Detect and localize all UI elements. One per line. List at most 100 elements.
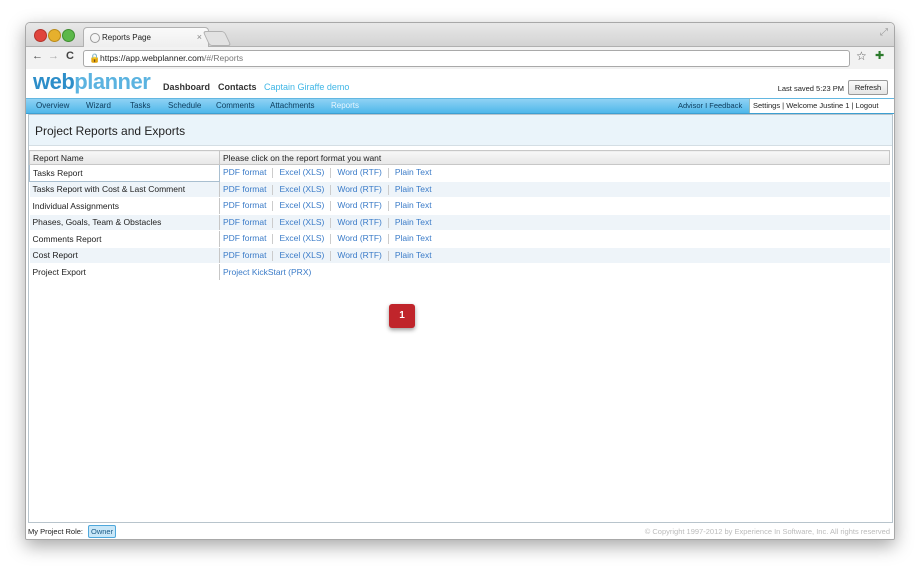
format-link[interactable]: Excel (XLS)	[279, 233, 324, 243]
title-band: Project Reports and Exports	[29, 115, 892, 146]
browser-tab[interactable]: Reports Page ×	[83, 27, 209, 47]
forward-icon[interactable]: →	[48, 50, 59, 62]
fullscreen-icon[interactable]: ⤢	[880, 27, 888, 38]
format-links-cell: PDF format Excel (XLS) Word (RTF) Plain Tex…	[219, 247, 890, 264]
menu-wizard[interactable]: Wizard	[86, 101, 111, 110]
format-link[interactable]: PDF format	[223, 250, 266, 260]
contacts-link[interactable]: Contacts	[218, 82, 257, 92]
page-content: webplanner Dashboard Contacts Captain Gi…	[26, 69, 894, 539]
report-name-cell: Phases, Goals, Team & Obstacles	[29, 214, 220, 231]
link-separator	[330, 201, 332, 212]
format-links-cell: PDF format Excel (XLS) Word (RTF) Plain Tex…	[219, 181, 890, 198]
last-saved-status: Last saved 5:23 PM	[777, 84, 844, 93]
menu-schedule[interactable]: Schedule	[168, 101, 201, 110]
back-icon[interactable]: ←	[32, 50, 43, 62]
format-link[interactable]: PDF format	[223, 233, 266, 243]
format-link[interactable]: Plain Text	[395, 200, 432, 210]
format-links-cell: PDF format Excel (XLS) Word (RTF) Plain Tex…	[219, 230, 890, 248]
format-link[interactable]: Plain Text	[395, 217, 432, 227]
format-link[interactable]: PDF format	[223, 200, 266, 210]
menu-attachments[interactable]: Attachments	[270, 101, 314, 110]
brand-row: webplanner Dashboard Contacts Captain Gi…	[26, 69, 894, 97]
url-text: https://app.webplanner.com/#/Reports	[100, 53, 244, 63]
format-link[interactable]: Excel (XLS)	[279, 184, 324, 194]
dashboard-link[interactable]: Dashboard	[163, 82, 210, 92]
link-separator	[387, 184, 389, 195]
project-name-link[interactable]: Captain Giraffe demo	[264, 82, 349, 92]
report-name-cell: Project Export	[29, 263, 220, 281]
annotation-badge: 1	[389, 304, 415, 328]
lock-icon: 🔒	[89, 53, 101, 63]
menu-tasks[interactable]: Tasks	[130, 101, 150, 110]
menu-comments[interactable]: Comments	[216, 101, 255, 110]
report-name-cell: Tasks Report with Cost & Last Comment	[29, 181, 220, 198]
table-row: Cost Report PDF format Excel (XLS) Word (RT…	[29, 247, 890, 264]
format-link[interactable]: PDF format	[223, 184, 266, 194]
column-header-format: Please click on the report format you wa…	[219, 150, 890, 165]
link-separator	[330, 234, 332, 245]
page-title: Project Reports and Exports	[35, 124, 186, 138]
main-menu-bar: Overview Wizard Tasks Schedule Comments …	[26, 98, 894, 114]
format-link[interactable]: Word (RTF)	[337, 217, 382, 227]
format-link[interactable]: Word (RTF)	[337, 200, 382, 210]
link-separator	[272, 234, 274, 245]
footer: My Project Role: Owner © Copyright 1997-…	[26, 525, 894, 539]
tab-close-icon[interactable]: ×	[197, 32, 202, 42]
table-row: Comments Report PDF format Excel (XLS) Word…	[29, 230, 890, 248]
table-row: Tasks Report PDF format Excel (XLS) Word (R…	[29, 164, 890, 182]
report-name-cell: Comments Report	[29, 230, 220, 248]
link-separator	[387, 217, 389, 228]
format-link[interactable]: Word (RTF)	[337, 167, 382, 177]
format-link[interactable]: PDF format	[223, 167, 266, 177]
format-links-cell: PDF format Excel (XLS) Word (RTF) Plain Tex…	[219, 197, 890, 215]
format-link[interactable]: Excel (XLS)	[279, 200, 324, 210]
copyright: © Copyright 1997-2012 by Experience In S…	[644, 527, 890, 536]
link-separator	[272, 250, 274, 261]
menu-reports[interactable]: Reports	[331, 101, 359, 110]
link-separator	[272, 217, 274, 228]
column-header-report-name: Report Name	[29, 150, 220, 165]
format-links-cell: PDF format Excel (XLS) Word (RTF) Plain Tex…	[219, 164, 890, 182]
format-link[interactable]: Plain Text	[395, 250, 432, 260]
link-separator	[272, 168, 274, 179]
advisor-feedback-link[interactable]: Advisor I Feedback	[678, 101, 742, 110]
format-link[interactable]: Excel (XLS)	[279, 167, 324, 177]
format-link[interactable]: PDF format	[223, 217, 266, 227]
link-separator	[387, 250, 389, 261]
address-toolbar: ← → C 🔒 https://app.webplanner.com/#/Rep…	[26, 47, 894, 70]
link-separator	[272, 184, 274, 195]
user-links-box: Settings | Welcome Justine 1 | Logout	[749, 99, 894, 113]
format-link[interactable]: Word (RTF)	[337, 233, 382, 243]
link-separator	[387, 168, 389, 179]
maximize-window-button[interactable]	[62, 29, 75, 42]
table-row: Phases, Goals, Team & Obstacles PDF forma…	[29, 214, 890, 231]
format-link[interactable]: Word (RTF)	[337, 250, 382, 260]
format-links-cell: Project KickStart (PRX)	[219, 263, 890, 281]
report-name-cell: Individual Assignments	[29, 197, 220, 215]
bookmark-star-icon[interactable]: ☆	[856, 49, 867, 63]
webplanner-logo[interactable]: webplanner	[33, 69, 151, 95]
format-link[interactable]: Plain Text	[395, 167, 432, 177]
link-separator	[330, 250, 332, 261]
table-row: Tasks Report with Cost & Last Comment PDF…	[29, 181, 890, 198]
link-separator	[330, 217, 332, 228]
close-window-button[interactable]	[34, 29, 47, 42]
table-row: Project Export Project KickStart (PRX)	[29, 263, 890, 281]
role-badge[interactable]: Owner	[88, 525, 117, 538]
extension-icon[interactable]: ✚	[875, 49, 884, 62]
format-link[interactable]: Project KickStart (PRX)	[223, 267, 311, 277]
reload-icon[interactable]: C	[66, 50, 74, 62]
refresh-button[interactable]: Refresh	[848, 80, 888, 95]
url-bar[interactable]: 🔒 https://app.webplanner.com/#/Reports	[83, 50, 850, 67]
menu-overview[interactable]: Overview	[36, 101, 69, 110]
format-link[interactable]: Excel (XLS)	[279, 250, 324, 260]
format-link[interactable]: Plain Text	[395, 233, 432, 243]
link-separator	[330, 168, 332, 179]
link-separator	[330, 184, 332, 195]
format-link[interactable]: Excel (XLS)	[279, 217, 324, 227]
user-links[interactable]: Settings | Welcome Justine 1 | Logout	[753, 101, 879, 110]
title-bar: Reports Page × ⤢	[26, 23, 894, 47]
minimize-window-button[interactable]	[48, 29, 61, 42]
format-link[interactable]: Word (RTF)	[337, 184, 382, 194]
format-link[interactable]: Plain Text	[395, 184, 432, 194]
